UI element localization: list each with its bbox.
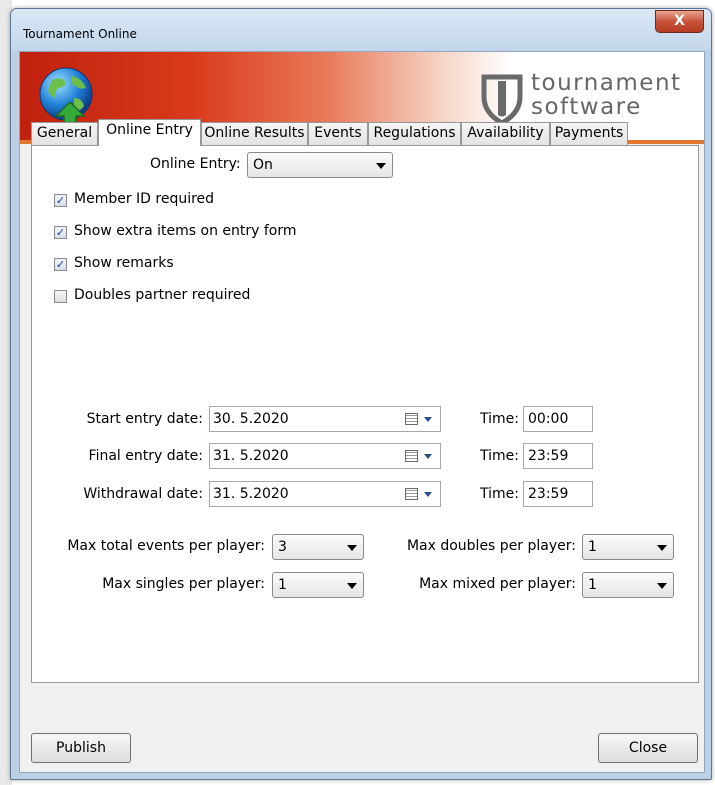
extra-items-label: Show extra items on entry form xyxy=(74,223,297,239)
show-remarks-checkbox[interactable]: ✓ xyxy=(54,258,67,271)
start-time-input[interactable]: 00:00 xyxy=(523,406,593,432)
member-id-checkbox[interactable]: ✓ xyxy=(54,194,67,207)
online-entry-label: Online Entry: xyxy=(150,156,241,172)
show-remarks-label: Show remarks xyxy=(74,255,174,271)
tab-payments[interactable]: Payments xyxy=(550,122,628,145)
final-entry-date-label: Final entry date: xyxy=(88,448,203,464)
chevron-down-icon[interactable] xyxy=(424,417,432,422)
max-doubles-label: Max doubles per player: xyxy=(406,538,576,554)
max-mixed-label: Max mixed per player: xyxy=(419,576,576,592)
calendar-icon[interactable] xyxy=(405,413,418,425)
max-doubles-value: 1 xyxy=(588,539,597,555)
chevron-down-icon xyxy=(376,163,386,169)
online-entry-value: On xyxy=(253,157,273,173)
max-singles-label: Max singles per player: xyxy=(102,576,265,592)
final-time-input[interactable]: 23:59 xyxy=(523,443,593,469)
tab-online-entry[interactable]: Online Entry xyxy=(98,119,201,146)
brand-name-line2: software xyxy=(531,94,642,120)
final-entry-date-picker[interactable]: 31. 5.2020 xyxy=(209,443,441,469)
max-singles-select[interactable]: 1 xyxy=(272,572,364,598)
brand-name-line1: tournament xyxy=(531,70,682,96)
max-total-events-label: Max total events per player: xyxy=(67,538,265,554)
start-entry-date-label: Start entry date: xyxy=(86,411,203,427)
withdrawal-date-picker[interactable]: 31. 5.2020 xyxy=(209,481,441,507)
calendar-icon[interactable] xyxy=(405,450,418,462)
tab-events[interactable]: Events xyxy=(308,122,368,145)
tab-general[interactable]: General xyxy=(31,122,98,145)
window-title: Tournament Online xyxy=(23,27,137,41)
withdrawal-date-label: Withdrawal date: xyxy=(83,486,203,502)
final-time-label: Time: xyxy=(480,448,519,464)
max-mixed-select[interactable]: 1 xyxy=(582,572,674,598)
chevron-down-icon[interactable] xyxy=(424,454,432,459)
online-entry-select[interactable]: On xyxy=(247,152,393,178)
calendar-icon[interactable] xyxy=(405,488,418,500)
extra-items-checkbox[interactable]: ✓ xyxy=(54,226,67,239)
withdrawal-time-label: Time: xyxy=(480,486,519,502)
start-entry-date-picker[interactable]: 30. 5.2020 xyxy=(209,406,441,432)
chevron-down-icon xyxy=(347,545,357,551)
max-mixed-value: 1 xyxy=(588,577,597,593)
withdrawal-date-value: 31. 5.2020 xyxy=(213,486,289,502)
chevron-down-icon xyxy=(657,583,667,589)
close-button[interactable]: Close xyxy=(598,733,698,763)
withdrawal-time-input[interactable]: 23:59 xyxy=(523,481,593,507)
doubles-partner-checkbox[interactable] xyxy=(54,290,67,303)
dialog-window: Tournament Online X tournament software … xyxy=(10,8,712,780)
tab-regulations[interactable]: Regulations xyxy=(368,122,461,145)
chevron-down-icon xyxy=(347,583,357,589)
start-time-label: Time: xyxy=(480,411,519,427)
chevron-down-icon[interactable] xyxy=(424,492,432,497)
max-singles-value: 1 xyxy=(278,577,287,593)
doubles-partner-label: Doubles partner required xyxy=(74,287,251,303)
publish-button[interactable]: Publish xyxy=(31,733,131,763)
max-doubles-select[interactable]: 1 xyxy=(582,534,674,560)
max-total-events-value: 3 xyxy=(278,539,287,555)
tab-online-results[interactable]: Online Results xyxy=(201,122,308,145)
max-total-events-select[interactable]: 3 xyxy=(272,534,364,560)
shield-icon xyxy=(481,74,523,125)
chevron-down-icon xyxy=(657,545,667,551)
final-entry-date-value: 31. 5.2020 xyxy=(213,448,289,464)
window-close-button[interactable]: X xyxy=(655,10,704,33)
member-id-label: Member ID required xyxy=(74,191,215,207)
tab-availability[interactable]: Availability xyxy=(461,122,550,145)
title-bar: Tournament Online X xyxy=(11,9,711,51)
start-entry-date-value: 30. 5.2020 xyxy=(213,411,289,427)
online-entry-panel: Online Entry: On ✓ Member ID required ✓ … xyxy=(31,145,699,683)
